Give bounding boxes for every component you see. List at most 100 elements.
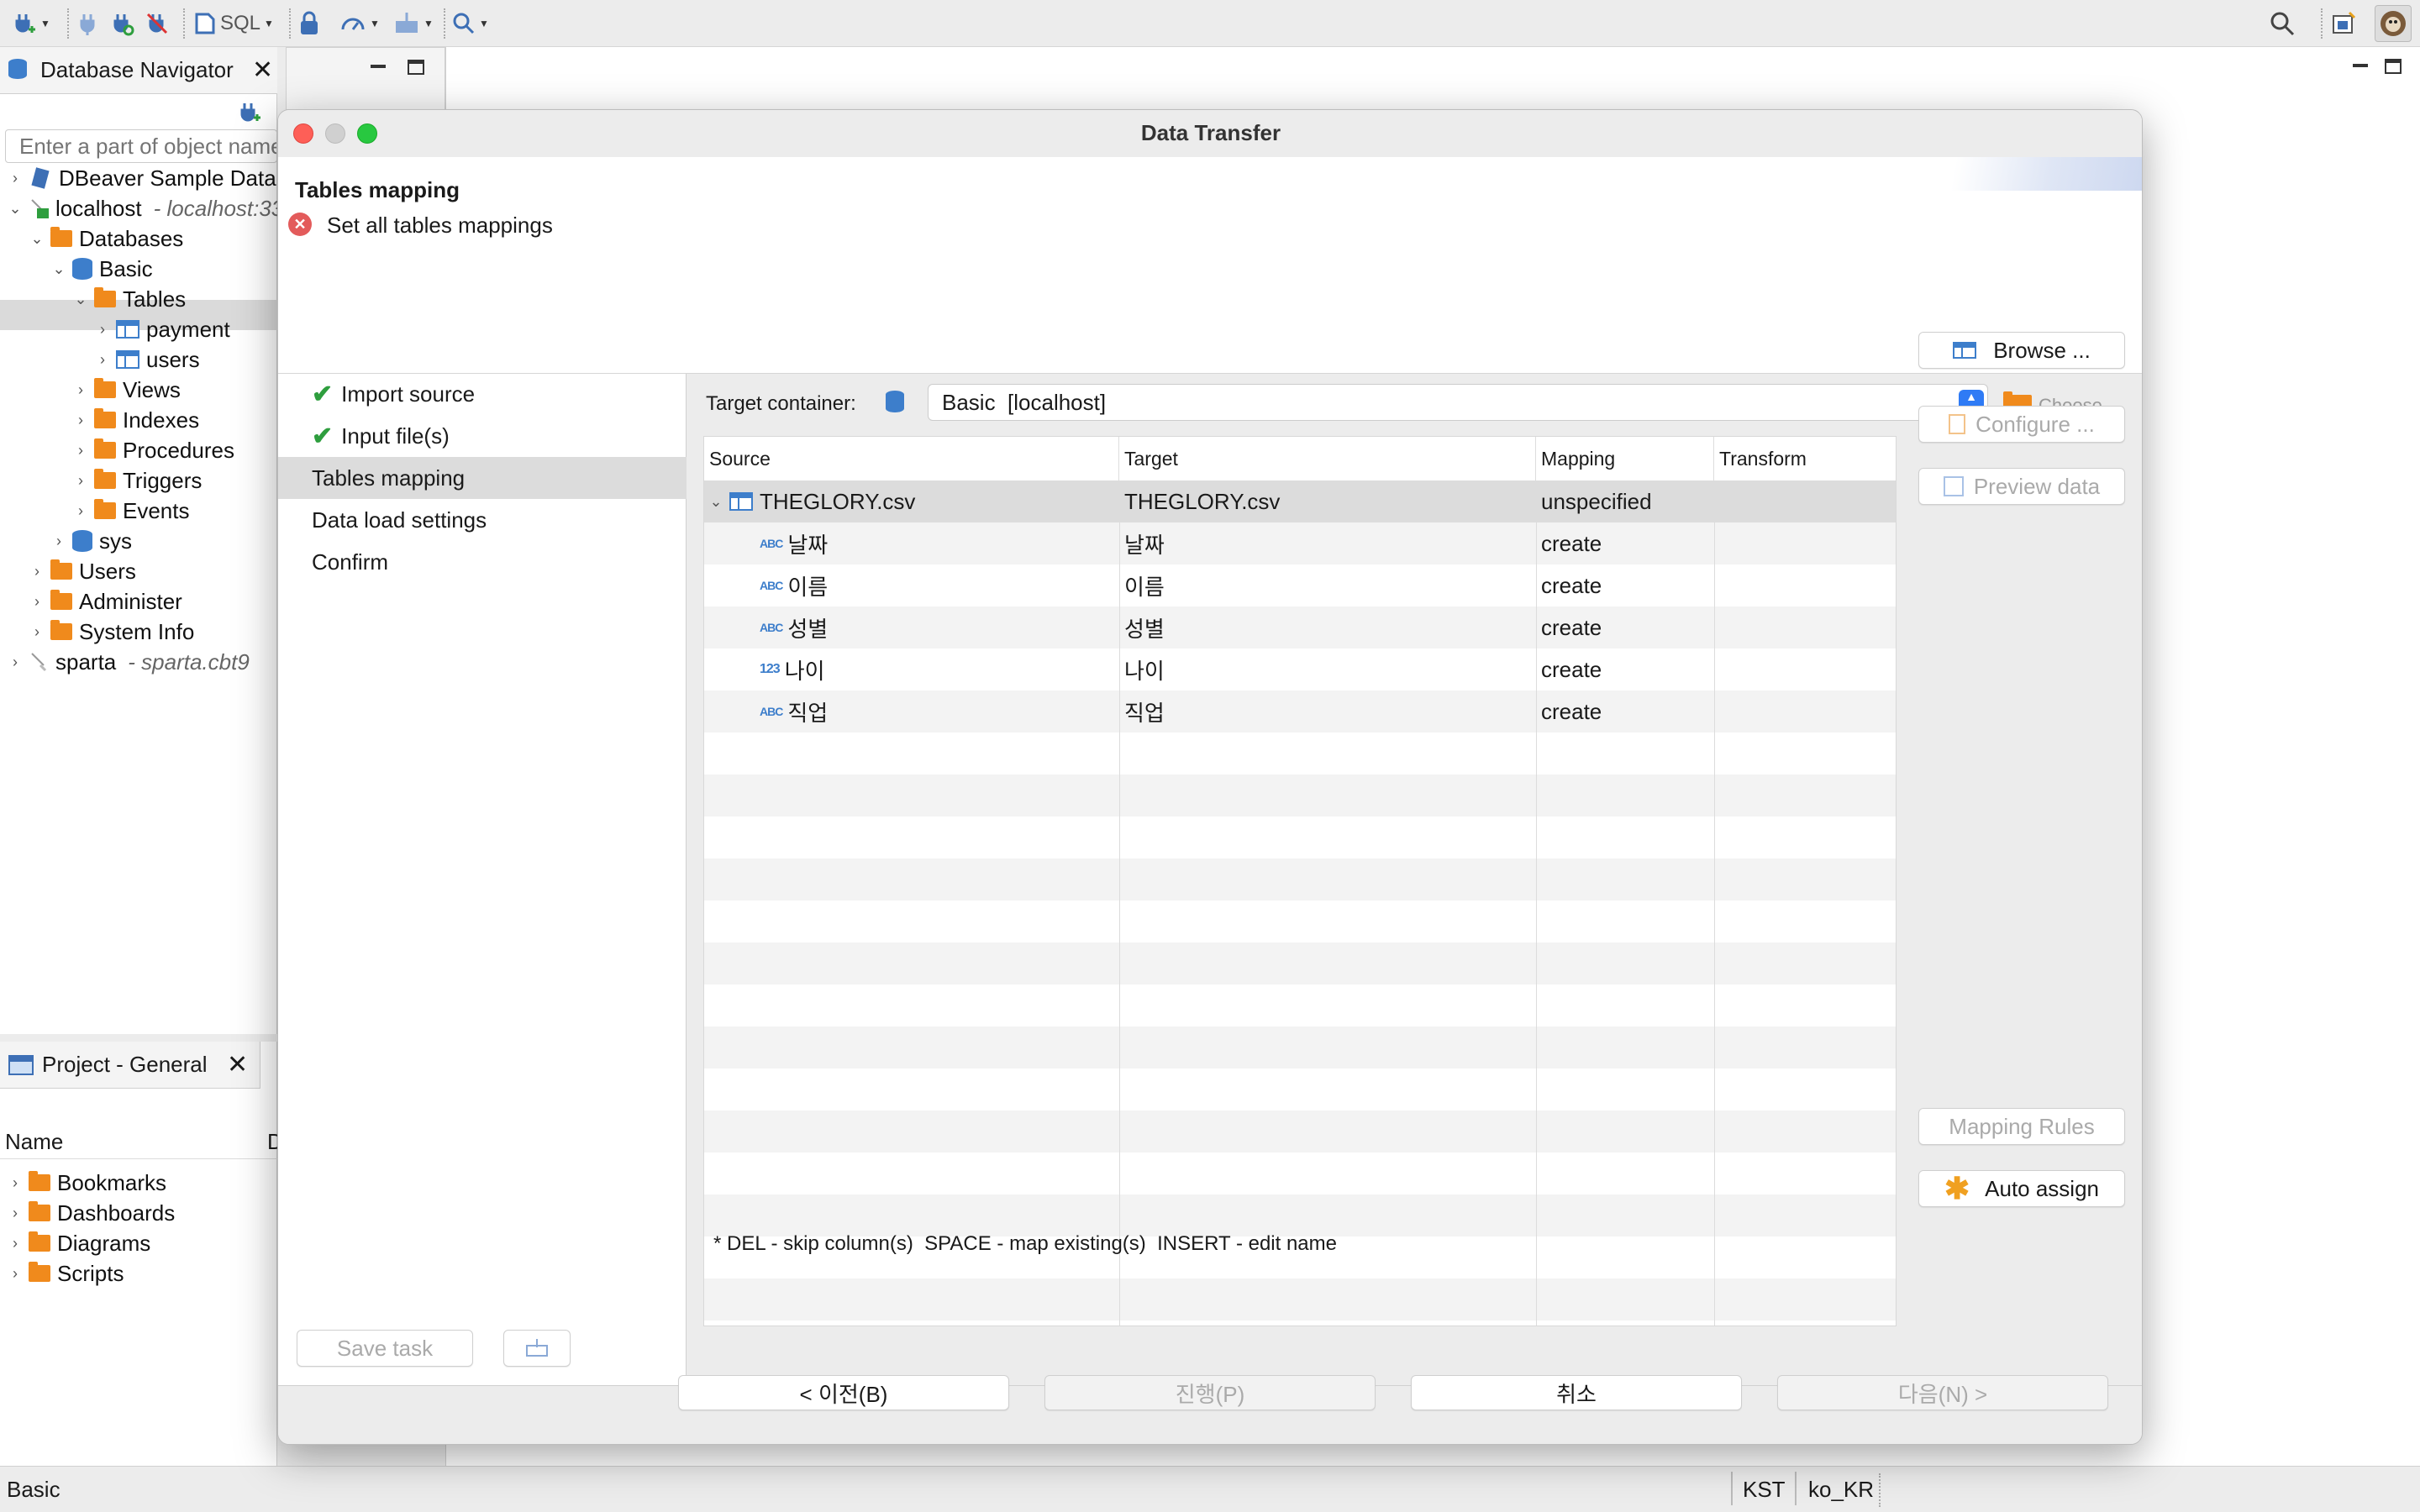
preview-data-button[interactable]: Preview data: [1918, 468, 2125, 505]
step-data-load-settings[interactable]: Data load settings: [278, 499, 687, 541]
target-cell[interactable]: 이름: [1124, 564, 1165, 606]
tree-item-events[interactable]: › Events: [74, 496, 190, 526]
mapping-cell[interactable]: create: [1541, 648, 1602, 690]
project-tab[interactable]: Project - General ✕: [0, 1042, 260, 1089]
search-icon[interactable]: ▼: [452, 10, 489, 37]
new-connection-icon[interactable]: [237, 101, 262, 129]
configure-button[interactable]: Configure ...: [1918, 406, 2125, 443]
tree-item-procedures[interactable]: › Procedures: [74, 435, 234, 465]
mapping-cell[interactable]: create: [1541, 606, 1602, 648]
tree-item-views[interactable]: › Views: [74, 375, 181, 405]
target-cell[interactable]: 직업: [1124, 690, 1165, 732]
commit-icon[interactable]: ▼: [393, 10, 434, 37]
chevron-down-icon[interactable]: ⌄: [709, 493, 723, 511]
target-cell[interactable]: 성별: [1124, 606, 1165, 648]
configure-label: Configure ...: [1975, 411, 2095, 437]
tree-label: Procedures: [123, 437, 234, 463]
target-container-value: Basic [localhost]: [942, 390, 1107, 415]
tree-item-administer[interactable]: › Administer: [30, 586, 182, 617]
maximize-icon[interactable]: [2385, 59, 2402, 74]
connect-icon[interactable]: [76, 10, 101, 37]
tree-item-databases[interactable]: ⌄ Databases: [30, 223, 183, 254]
table-row[interactable]: 123 나이 나이 create: [704, 648, 1896, 690]
data-transfer-dialog: Data Transfer Tables mapping ✕ Set all t…: [277, 109, 2143, 1445]
dbeaver-perspective-icon[interactable]: [2375, 5, 2412, 42]
project-item-scripts[interactable]: › Scripts: [8, 1258, 124, 1289]
lock-icon[interactable]: [297, 10, 321, 37]
cancel-button[interactable]: 취소: [1411, 1375, 1742, 1410]
proceed-button[interactable]: 진행(P): [1044, 1375, 1376, 1410]
tree-item-users-folder[interactable]: › Users: [30, 556, 136, 586]
auto-assign-button[interactable]: ✱ Auto assign: [1918, 1170, 2125, 1207]
name-column-header[interactable]: Name: [5, 1129, 63, 1155]
task-options-button[interactable]: [503, 1330, 571, 1367]
step-input-files[interactable]: ✔ Input file(s): [278, 415, 687, 457]
tree-label: sparta: [55, 648, 117, 675]
target-cell[interactable]: THEGLORY.csv: [1124, 480, 1280, 522]
mapping-cell[interactable]: create: [1541, 690, 1602, 732]
status-locale[interactable]: ko_KR: [1808, 1477, 1874, 1503]
reconnect-icon[interactable]: [109, 10, 134, 37]
sql-editor-button[interactable]: SQL ▼: [193, 10, 274, 37]
transaction-mode-icon[interactable]: ▼: [339, 10, 380, 37]
next-button[interactable]: 다음(N) >: [1777, 1375, 2108, 1410]
step-tables-mapping[interactable]: Tables mapping: [278, 457, 687, 499]
back-button[interactable]: < 이전(B): [678, 1375, 1009, 1410]
save-task-button[interactable]: Save task: [297, 1330, 473, 1367]
close-icon[interactable]: ✕: [252, 55, 273, 85]
string-type-icon: ABC: [760, 621, 783, 634]
navigator-filter-input[interactable]: [5, 129, 277, 163]
table-row[interactable]: ABC 이름 이름 create: [704, 564, 1896, 606]
minimize-icon[interactable]: [2353, 64, 2368, 67]
mapping-cell[interactable]: create: [1541, 522, 1602, 564]
table-row[interactable]: ABC 성별 성별 create: [704, 606, 1896, 648]
close-icon[interactable]: ✕: [227, 1050, 248, 1079]
global-search-icon[interactable]: [2269, 10, 2296, 37]
table-row[interactable]: ⌄ THEGLORY.csv THEGLORY.csv unspecified: [704, 480, 1896, 522]
tree-item-indexes[interactable]: › Indexes: [74, 405, 199, 435]
mapping-rules-button[interactable]: Mapping Rules: [1918, 1108, 2125, 1145]
mapping-column-header[interactable]: Mapping: [1536, 437, 1714, 480]
target-cell[interactable]: 나이: [1124, 648, 1165, 690]
project-item-bookmarks[interactable]: › Bookmarks: [8, 1168, 166, 1198]
wizard-steps-panel: ✔ Import source ✔ Input file(s) Tables map…: [278, 374, 687, 1385]
step-confirm[interactable]: Confirm: [278, 541, 687, 583]
status-timezone[interactable]: KST: [1743, 1477, 1786, 1503]
mapping-cell[interactable]: unspecified: [1541, 480, 1652, 522]
project-item-diagrams[interactable]: › Diagrams: [8, 1228, 150, 1258]
tree-item-sys[interactable]: › sys: [52, 526, 132, 556]
tree-item-system-info[interactable]: › System Info: [30, 617, 194, 647]
source-cell: ABC 날짜: [760, 522, 828, 564]
wizard-page-title: Tables mapping: [295, 177, 460, 202]
disconnect-icon[interactable]: [145, 10, 170, 37]
tree-item-basic[interactable]: ⌄ Basic: [52, 254, 152, 284]
transform-column-header[interactable]: Transform: [1714, 437, 1896, 480]
mapping-cell[interactable]: create: [1541, 564, 1602, 606]
tree-item-payment[interactable]: › payment: [96, 314, 230, 344]
minimize-icon[interactable]: [371, 65, 386, 68]
target-column-header[interactable]: Target: [1119, 437, 1536, 480]
new-connection-icon[interactable]: ▼: [12, 10, 50, 37]
project-icon: [8, 1055, 34, 1075]
scripts-folder-icon: [29, 1262, 50, 1282]
tree-item-users[interactable]: › users: [96, 344, 200, 375]
step-import-source[interactable]: ✔ Import source: [278, 373, 687, 415]
table-row[interactable]: ABC 날짜 날짜 create: [704, 522, 1896, 564]
source-column-header[interactable]: Source: [704, 437, 1119, 480]
target-cell[interactable]: 날짜: [1124, 522, 1165, 564]
browse-button[interactable]: Browse ...: [1918, 332, 2125, 369]
grid-stripe: [704, 984, 1896, 1026]
project-item-dashboards[interactable]: › Dashboards: [8, 1198, 175, 1228]
tree-item-triggers[interactable]: › Triggers: [74, 465, 202, 496]
maximize-icon[interactable]: [408, 60, 424, 75]
status-active-object: Basic: [7, 1477, 60, 1502]
navigator-tab[interactable]: Database Navigator ✕: [0, 47, 277, 94]
tree-item-sample-db[interactable]: › DBeaver Sample Database: [8, 163, 324, 193]
tree-item-localhost[interactable]: ⌄ localhost - localhost:3306: [8, 193, 308, 223]
sql-label: SQL: [220, 12, 261, 34]
tree-item-sparta[interactable]: › sparta - sparta.cbt9: [8, 647, 250, 677]
target-container-select[interactable]: Basic [localhost] ▲▼: [928, 384, 1988, 421]
table-row[interactable]: ABC 직업 직업 create: [704, 690, 1896, 732]
perspective-icon[interactable]: [2331, 10, 2356, 37]
tree-item-tables[interactable]: ⌄ Tables: [74, 284, 186, 314]
